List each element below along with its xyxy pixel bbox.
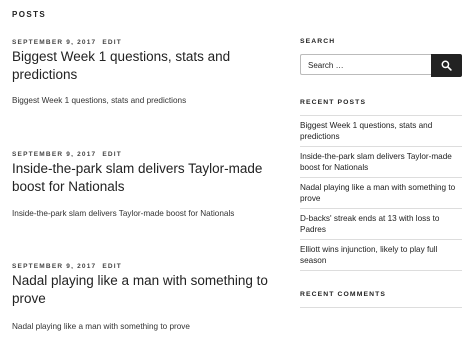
- recent-post-item[interactable]: Inside-the-park slam delivers Taylor-mad…: [300, 147, 462, 178]
- recent-post-item[interactable]: Biggest Week 1 questions, stats and pred…: [300, 116, 462, 147]
- edit-link[interactable]: EDIT: [102, 39, 122, 46]
- post: SEPTEMBER 9, 2017 EDIT Biggest Week 1 que…: [12, 38, 280, 106]
- post: SEPTEMBER 9, 2017 EDIT Inside-the-park sl…: [12, 150, 277, 219]
- search-input[interactable]: Search …: [300, 54, 431, 75]
- search-widget-title: SEARCH: [300, 38, 336, 45]
- post-meta: SEPTEMBER 9, 2017 EDIT: [12, 38, 280, 47]
- page-header: POSTS: [12, 10, 46, 19]
- page-title: POSTS: [12, 10, 47, 19]
- recent-post-item[interactable]: Elliott wins injunction, likely to play …: [300, 240, 462, 271]
- post-date[interactable]: SEPTEMBER 9, 2017: [12, 263, 96, 270]
- search-icon: [441, 60, 452, 71]
- post-excerpt: Biggest Week 1 questions, stats and pred…: [12, 96, 187, 105]
- recent-posts-title: RECENT POSTS: [300, 99, 367, 106]
- edit-link[interactable]: EDIT: [102, 263, 122, 270]
- post-date[interactable]: SEPTEMBER 9, 2017: [12, 39, 96, 46]
- post: SEPTEMBER 9, 2017 EDIT Nadal playing like…: [12, 262, 277, 332]
- post-title[interactable]: Nadal playing like a man with something …: [12, 272, 277, 307]
- post-title[interactable]: Biggest Week 1 questions, stats and pred…: [12, 48, 277, 83]
- post-title[interactable]: Inside-the-park slam delivers Taylor-mad…: [12, 160, 277, 195]
- sidebar: SEARCH Search … RECENT POSTS Biggest Wee…: [300, 38, 462, 308]
- post-date[interactable]: SEPTEMBER 9, 2017: [12, 151, 96, 158]
- recent-posts-widget: RECENT POSTS Biggest Week 1 questions, s…: [300, 99, 462, 271]
- recent-post-item[interactable]: D-backs' streak ends at 13 with loss to …: [300, 209, 462, 240]
- search-button[interactable]: [431, 54, 462, 77]
- search-widget: SEARCH Search …: [300, 38, 462, 77]
- recent-posts-list: Biggest Week 1 questions, stats and pred…: [300, 115, 462, 271]
- post-excerpt: Inside-the-park slam delivers Taylor-mad…: [12, 209, 235, 218]
- recent-post-item[interactable]: Nadal playing like a man with something …: [300, 178, 462, 209]
- divider: [300, 307, 462, 308]
- post-list: SEPTEMBER 9, 2017 EDIT Biggest Week 1 que…: [12, 38, 280, 331]
- post-meta: SEPTEMBER 9, 2017 EDIT: [12, 150, 277, 159]
- recent-comments-title: RECENT COMMENTS: [300, 291, 386, 298]
- edit-link[interactable]: EDIT: [102, 151, 122, 158]
- post-excerpt: Nadal playing like a man with something …: [12, 322, 190, 331]
- post-meta: SEPTEMBER 9, 2017 EDIT: [12, 262, 277, 271]
- recent-comments-widget: RECENT COMMENTS: [300, 291, 462, 308]
- search-form: Search …: [300, 54, 462, 77]
